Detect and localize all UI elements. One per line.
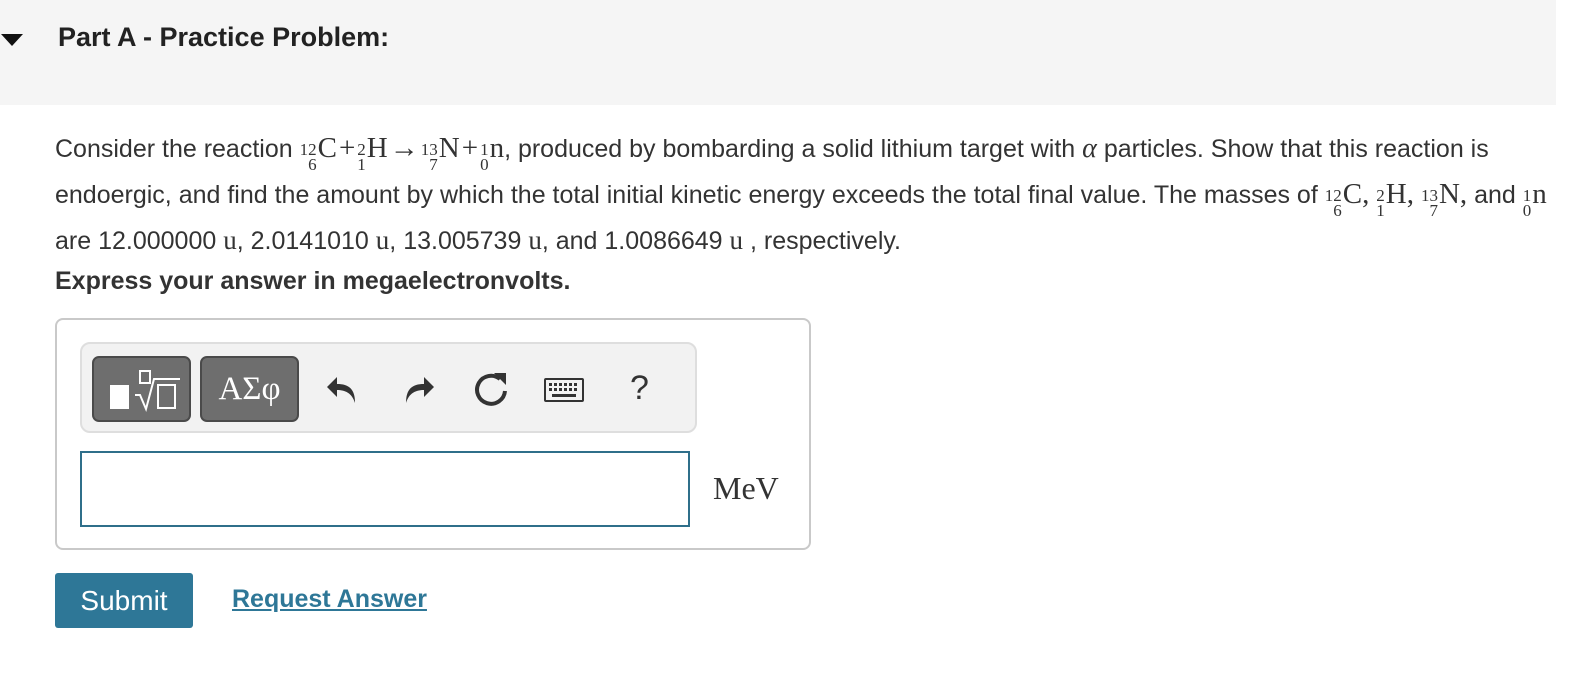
- nuclide-nitrogen-13: 13 7 N: [420, 132, 460, 174]
- answer-input[interactable]: [80, 451, 690, 527]
- answer-instruction: Express your answer in megaelectronvolts…: [55, 267, 571, 295]
- nuclide-deuterium: 21H: [357, 132, 388, 174]
- help-button[interactable]: ?: [630, 369, 649, 408]
- symbols-button[interactable]: ΑΣφ: [200, 356, 299, 422]
- part-header[interactable]: Part A - Practice Problem:: [0, 0, 1556, 105]
- answer-panel: ΑΣφ ? MeV: [55, 318, 811, 550]
- keyboard-icon: [544, 378, 584, 402]
- answer-unit: MeV: [713, 470, 779, 506]
- redo-button[interactable]: [400, 369, 436, 409]
- reset-icon: [475, 373, 507, 406]
- redo-icon: [406, 377, 434, 403]
- collapse-caret-icon[interactable]: [0, 32, 24, 48]
- request-answer-link[interactable]: Request Answer: [232, 585, 427, 614]
- question-text: Consider the reaction 12 6 C + 21H → 13 7 N …: [55, 128, 1555, 261]
- templates-button[interactable]: [92, 356, 191, 422]
- alpha-symbol: α: [1082, 133, 1097, 164]
- symbols-label: ΑΣφ: [218, 370, 281, 407]
- keyboard-button[interactable]: [544, 369, 584, 409]
- submit-button[interactable]: Submit: [55, 573, 193, 628]
- templates-icon: [109, 370, 180, 413]
- reset-button[interactable]: [472, 369, 510, 409]
- part-title: Part A - Practice Problem:: [58, 22, 390, 52]
- math-toolbar: ΑΣφ ?: [80, 342, 697, 433]
- nuclide-neutron: 10n: [480, 132, 505, 174]
- nuclide-carbon-12: 12 6 C: [299, 132, 337, 174]
- undo-icon: [327, 377, 355, 403]
- undo-button[interactable]: [325, 369, 361, 409]
